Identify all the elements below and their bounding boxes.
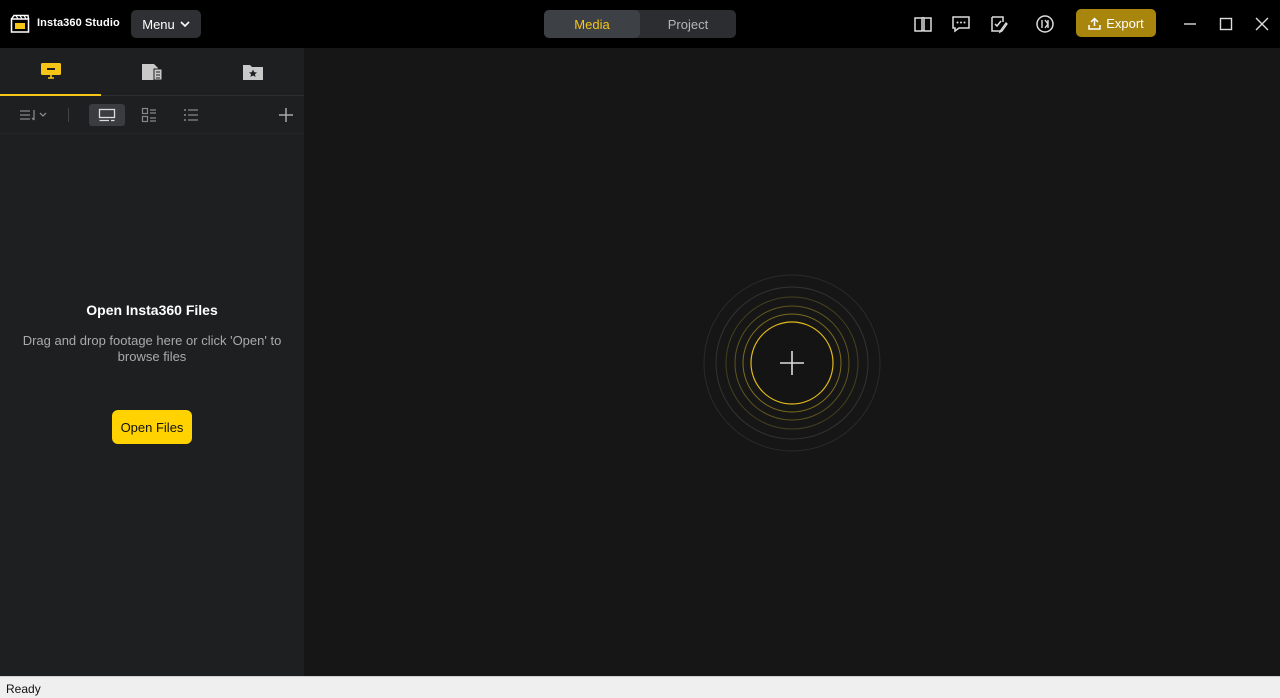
feedback-icon[interactable] (951, 14, 971, 34)
book-icon[interactable] (913, 14, 933, 34)
grid-view-icon (141, 107, 156, 123)
firmware-update-icon[interactable] (1035, 14, 1055, 34)
local-device-icon (40, 63, 61, 79)
empty-state-title: Open Insta360 Files (86, 302, 218, 318)
file-icon (141, 64, 162, 81)
open-files-button[interactable]: Open Files (112, 410, 192, 444)
main-drop-area (304, 48, 1280, 676)
menu-button-label: Menu (142, 16, 175, 32)
tab-project[interactable]: Project (640, 10, 736, 38)
add-button[interactable] (275, 104, 297, 126)
add-media-icon (703, 274, 881, 452)
empty-state-description: Drag and drop footage here or click 'Ope… (22, 333, 282, 364)
add-media-target[interactable] (692, 273, 892, 453)
sort-icon (20, 110, 47, 121)
list-view-icon (184, 109, 198, 121)
toolbar-divider (68, 108, 69, 122)
plus-icon (279, 108, 293, 122)
upload-icon (1088, 16, 1101, 30)
export-button[interactable]: Export (1076, 9, 1156, 37)
tab-media[interactable]: Media (544, 10, 640, 38)
chevron-down-icon (180, 21, 190, 28)
sort-button[interactable] (16, 104, 50, 126)
minimize-icon[interactable] (1180, 14, 1200, 34)
view-large-thumbnail-button[interactable] (89, 104, 125, 126)
checklist-icon[interactable] (989, 14, 1009, 34)
export-label: Export (1106, 15, 1144, 31)
app-logo-icon (10, 14, 30, 33)
menu-button[interactable]: Menu (131, 10, 201, 38)
title-bar: Insta360 Studio Menu Media Project Expor… (0, 0, 1280, 48)
tab-favorites[interactable] (202, 48, 303, 96)
close-icon[interactable] (1252, 14, 1272, 34)
app-title: Insta360 Studio (37, 17, 120, 29)
tab-local-device[interactable] (0, 48, 101, 96)
media-project-switch: Media Project (544, 10, 736, 38)
large-thumbnail-icon (98, 108, 116, 122)
sidebar-tabs (0, 48, 304, 96)
maximize-icon[interactable] (1216, 14, 1236, 34)
status-bar: Ready (0, 676, 1280, 698)
status-text: Ready (6, 682, 41, 696)
favorites-folder-icon (242, 65, 263, 80)
view-list-button[interactable] (180, 104, 202, 126)
tab-files[interactable] (101, 48, 202, 96)
media-sidebar: Open Insta360 Files Drag and drop footag… (0, 48, 304, 676)
sidebar-toolbar (0, 96, 304, 134)
view-grid-button[interactable] (138, 104, 160, 126)
